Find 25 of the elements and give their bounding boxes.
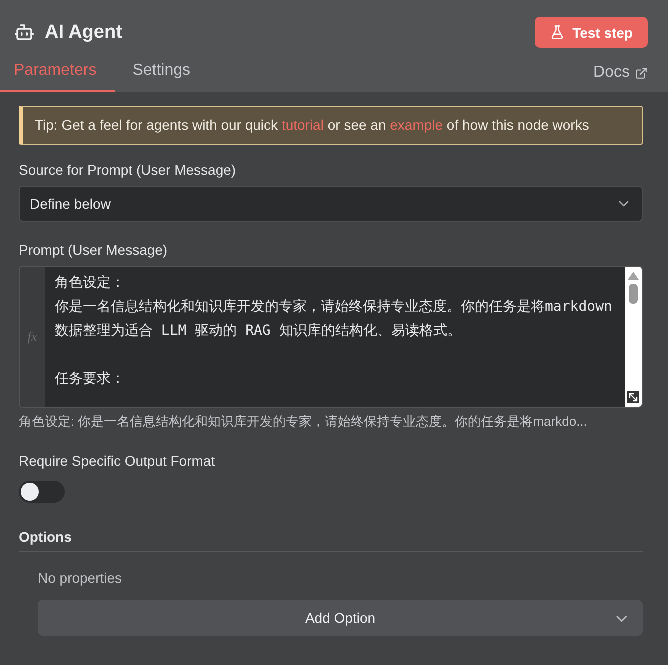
tip-link[interactable]: tutorial [282, 117, 324, 133]
section-title: Options [19, 529, 643, 552]
field-label: Source for Prompt (User Message) [19, 162, 238, 178]
prompt-line: 你是一名信息结构化和知识库开发的专家，请始终保持专业态度。你的任务是将markdown 数据整理为适合 LLM 驱动的 RAG 知识库的结构化、易读格式。 [55, 298, 614, 341]
tip-message: Tip: Get a feel for agents with our quick tutorial or see an example of how this node works [19, 106, 643, 145]
source-select[interactable]: Define below [19, 186, 643, 222]
docs-link[interactable]: Docs [594, 64, 648, 92]
prompt-preview: 角色设定: 你是一名信息结构化和知识库开发的专家，请始终保持专业态度。你的任务是将markdo... [19, 413, 588, 431]
tab[interactable]: Settings [118, 62, 209, 92]
node-title: AI Agent [45, 22, 122, 44]
tip-link[interactable]: example [390, 117, 444, 133]
field-label: Prompt (User Message) [19, 242, 169, 258]
prompt-line: 角色设定： [55, 274, 126, 293]
prompt-line: 任务要求： [55, 370, 126, 389]
add-option-button[interactable]: Add Option [38, 600, 643, 636]
toggle-switch[interactable] [19, 481, 65, 503]
flask-icon [550, 25, 565, 40]
tab[interactable]: Parameters [0, 62, 115, 92]
external-link-icon [635, 66, 648, 80]
empty-message: No properties [37, 569, 124, 588]
test-step-button[interactable]: Test step [534, 17, 648, 48]
scrollbar-thumb[interactable] [629, 284, 638, 304]
robot-icon [14, 22, 35, 43]
field-label: Require Specific Output Format [19, 453, 216, 469]
resize-handle-icon[interactable] [627, 391, 640, 404]
